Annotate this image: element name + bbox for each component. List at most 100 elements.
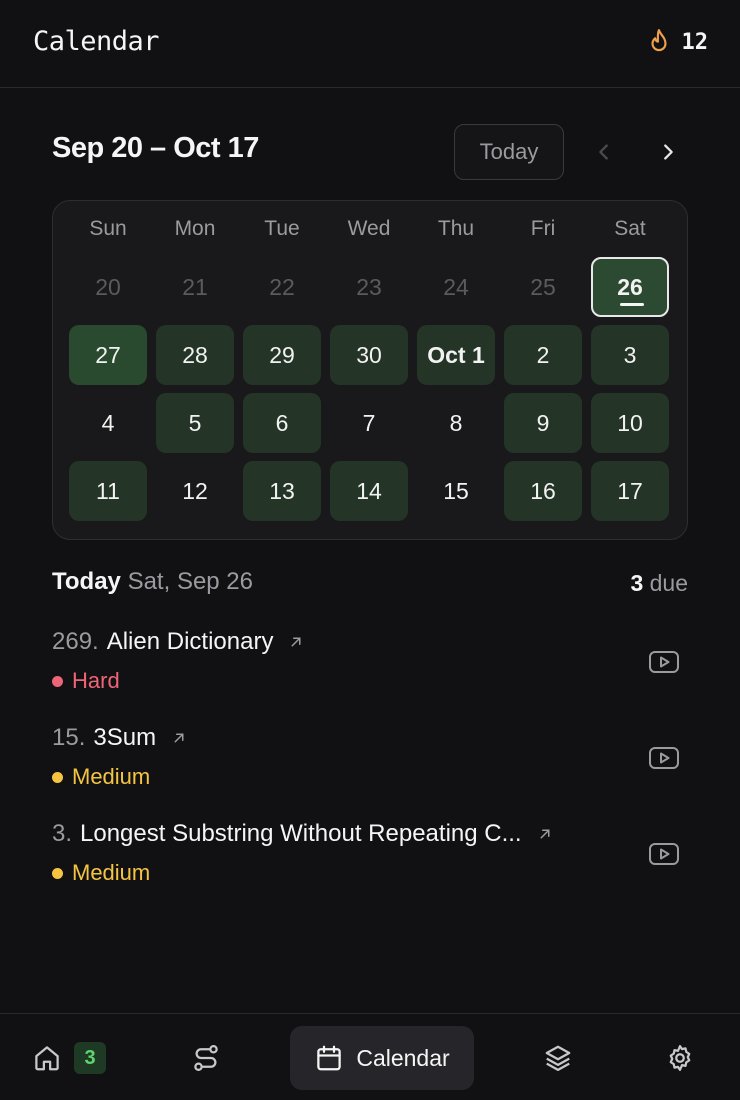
external-link-icon bbox=[174, 733, 184, 743]
nav-layers[interactable] bbox=[538, 1026, 578, 1090]
calendar-day-label: Oct 1 bbox=[427, 341, 485, 368]
calendar-day[interactable]: 4 bbox=[69, 393, 147, 453]
layers-icon bbox=[545, 1045, 571, 1071]
calendar-day-label: 23 bbox=[356, 273, 382, 300]
video-icon[interactable] bbox=[648, 840, 680, 868]
calendar-day[interactable]: 13 bbox=[243, 461, 321, 521]
calendar-day-label: 22 bbox=[269, 273, 295, 300]
problem-number: 3. bbox=[52, 820, 73, 847]
calendar-day-label: 26 bbox=[617, 273, 643, 300]
calendar-day[interactable]: 20 bbox=[69, 257, 147, 317]
nav-home[interactable]: 3 bbox=[32, 1026, 106, 1090]
calendar-day[interactable]: 22 bbox=[243, 257, 321, 317]
calendar-day[interactable]: 2 bbox=[504, 325, 582, 385]
problem-title: Alien Dictionary bbox=[106, 628, 274, 655]
calendar-day[interactable]: 8 bbox=[417, 393, 495, 453]
streak-indicator[interactable]: 12 bbox=[646, 28, 709, 56]
difficulty-badge: Medium bbox=[52, 764, 150, 790]
calendar-day-label: 16 bbox=[530, 477, 556, 504]
calendar-day[interactable]: 10 bbox=[591, 393, 669, 453]
today-button[interactable]: Today bbox=[454, 124, 564, 180]
calendar-day-selected[interactable]: 26 bbox=[591, 257, 669, 317]
calendar-day[interactable]: 30 bbox=[330, 325, 408, 385]
problem-item[interactable]: 15. 3Sum Medium bbox=[52, 724, 688, 804]
home-badge: 3 bbox=[74, 1042, 106, 1074]
calendar-day-label: 28 bbox=[182, 341, 208, 368]
problem-title-link[interactable]: 3. Longest Substring Without Repeating C.… bbox=[52, 820, 554, 848]
calendar-day-label: 15 bbox=[443, 477, 469, 504]
nav-settings[interactable] bbox=[660, 1026, 700, 1090]
calendar-day[interactable]: 28 bbox=[156, 325, 234, 385]
calendar-day-label: 27 bbox=[95, 341, 121, 368]
calendar-day[interactable]: 29 bbox=[243, 325, 321, 385]
weekday-sat: Sat bbox=[614, 217, 646, 240]
weekday-tue: Tue bbox=[264, 217, 300, 240]
calendar-grid: Sun Mon Tue Wed Thu Fri Sat 20 21 22 23 24 25 26 27 28 2… bbox=[52, 200, 688, 540]
chevron-right-icon bbox=[664, 144, 673, 160]
calendar-day[interactable]: 3 bbox=[591, 325, 669, 385]
calendar-day[interactable]: 14 bbox=[330, 461, 408, 521]
difficulty-badge: Hard bbox=[52, 668, 120, 694]
calendar-day[interactable]: 11 bbox=[69, 461, 147, 521]
calendar-day-label: 29 bbox=[269, 341, 295, 368]
difficulty-label: Medium bbox=[72, 860, 151, 885]
calendar-day[interactable]: 16 bbox=[504, 461, 582, 521]
flame-icon bbox=[650, 29, 667, 52]
previous-range-button[interactable] bbox=[586, 134, 622, 170]
difficulty-dot bbox=[52, 675, 63, 687]
calendar-day[interactable]: Oct 1 bbox=[417, 325, 495, 385]
top-bar: Calendar 12 bbox=[0, 0, 740, 88]
route-icon bbox=[194, 1045, 218, 1071]
calendar-day-label: 14 bbox=[356, 477, 382, 504]
difficulty-label: Hard bbox=[72, 668, 120, 693]
calendar-day-label: 13 bbox=[269, 477, 295, 504]
calendar-day[interactable]: 17 bbox=[591, 461, 669, 521]
calendar-day-label: 10 bbox=[617, 409, 643, 436]
problem-title-link[interactable]: 269. Alien Dictionary bbox=[52, 628, 305, 656]
external-link-icon bbox=[291, 637, 301, 647]
chevron-left-icon bbox=[599, 144, 608, 160]
problem-item[interactable]: 3. Longest Substring Without Repeating C.… bbox=[52, 820, 688, 900]
calendar-day[interactable]: 12 bbox=[156, 461, 234, 521]
problem-item[interactable]: 269. Alien Dictionary Hard bbox=[52, 628, 688, 708]
calendar-day-label: 25 bbox=[530, 273, 556, 300]
problem-number: 15. bbox=[52, 724, 86, 751]
calendar-day-label: 3 bbox=[623, 341, 637, 368]
video-icon[interactable] bbox=[648, 648, 680, 676]
calendar-day-label: 24 bbox=[443, 273, 469, 300]
gear-icon bbox=[669, 1045, 691, 1071]
calendar-day[interactable]: 9 bbox=[504, 393, 582, 453]
problem-title-link[interactable]: 15. 3Sum bbox=[52, 724, 188, 752]
weekday-mon: Mon bbox=[174, 217, 216, 240]
calendar-day[interactable]: 7 bbox=[330, 393, 408, 453]
calendar-day[interactable]: 23 bbox=[330, 257, 408, 317]
next-range-button[interactable] bbox=[650, 134, 686, 170]
selected-day-indicator bbox=[620, 303, 644, 306]
difficulty-dot bbox=[52, 771, 63, 783]
calendar-day[interactable]: 15 bbox=[417, 461, 495, 521]
calendar-day-label: 21 bbox=[182, 273, 208, 300]
calendar-day-label: 17 bbox=[617, 477, 643, 504]
bottom-nav: 3 Calendar bbox=[0, 1013, 740, 1100]
weekday-fri: Fri bbox=[530, 217, 556, 240]
calendar-day-label: 4 bbox=[101, 409, 115, 436]
due-count: 3 due bbox=[630, 570, 688, 597]
problem-title: 3Sum bbox=[93, 724, 157, 751]
nav-routes[interactable] bbox=[186, 1026, 226, 1090]
calendar-day-label: 9 bbox=[536, 409, 550, 436]
calendar-day[interactable]: 21 bbox=[156, 257, 234, 317]
video-icon[interactable] bbox=[648, 744, 680, 772]
calendar-day[interactable]: 25 bbox=[504, 257, 582, 317]
calendar-day[interactable]: 5 bbox=[156, 393, 234, 453]
weekday-wed: Wed bbox=[347, 217, 391, 240]
calendar-day[interactable]: 24 bbox=[417, 257, 495, 317]
calendar-day[interactable]: 27 bbox=[69, 325, 147, 385]
today-label: Today bbox=[52, 568, 121, 595]
streak-count: 12 bbox=[681, 29, 709, 55]
calendar-day[interactable]: 6 bbox=[243, 393, 321, 453]
home-icon bbox=[35, 1046, 59, 1071]
calendar-day-label: 8 bbox=[449, 409, 463, 436]
nav-calendar[interactable]: Calendar bbox=[290, 1026, 474, 1090]
problem-title: Longest Substring Without Repeating C... bbox=[80, 820, 522, 847]
calendar-day-label: 11 bbox=[96, 477, 120, 504]
